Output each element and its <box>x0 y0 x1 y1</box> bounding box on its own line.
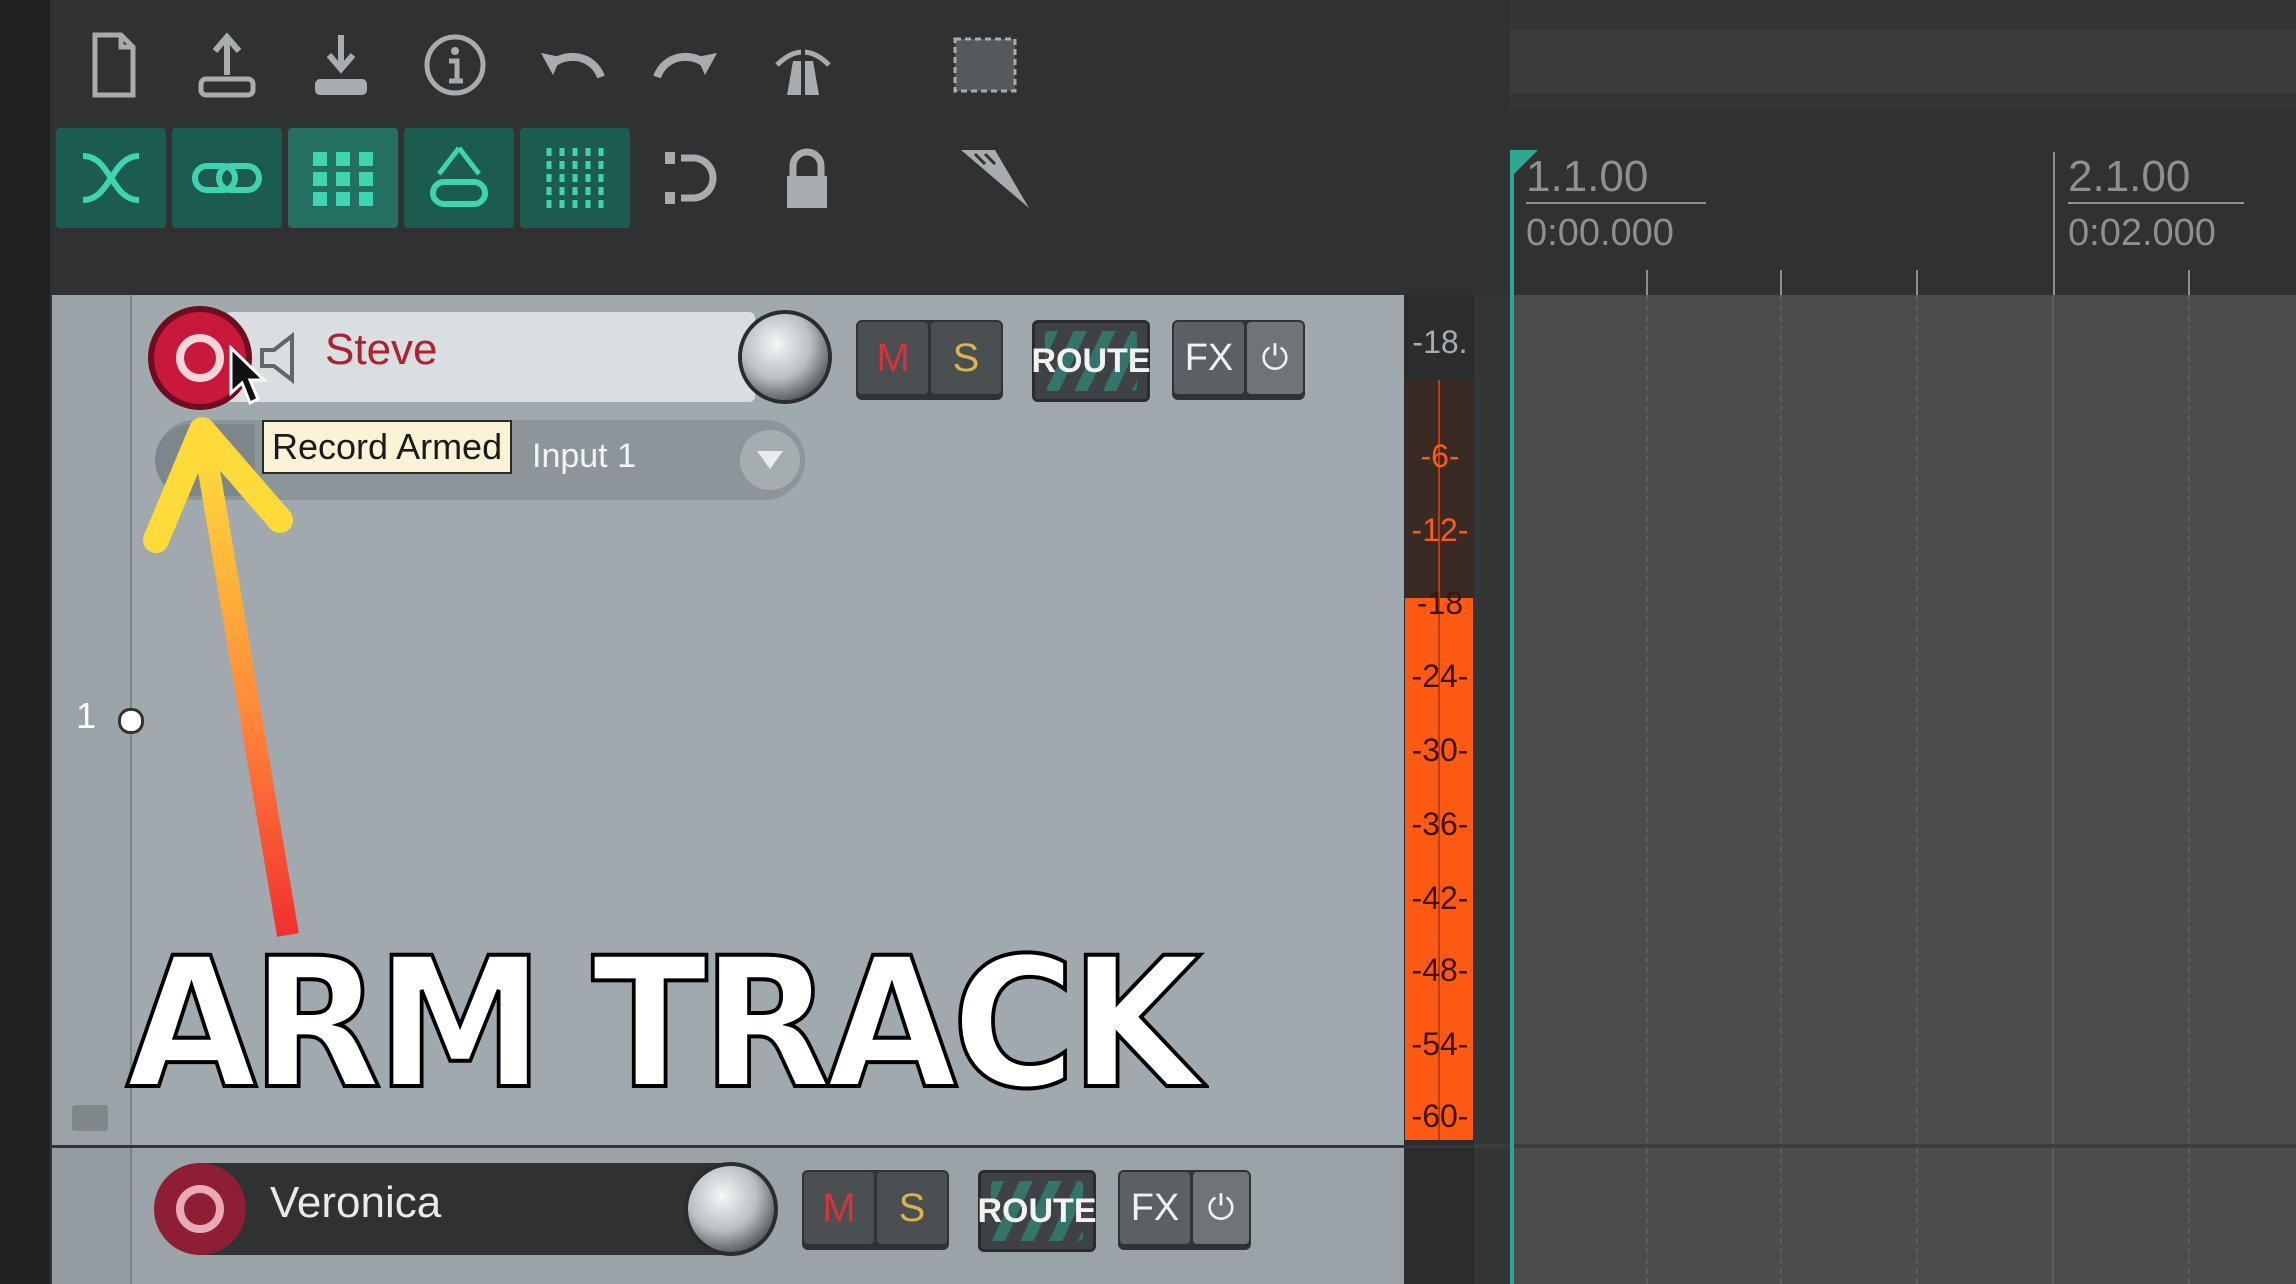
meter-label: -18. <box>1412 324 1468 360</box>
ruler-tick <box>2188 270 2190 295</box>
undo-icon[interactable] <box>516 15 626 115</box>
mute-button-track-2[interactable]: M <box>804 1172 874 1244</box>
mute-button[interactable]: M <box>858 322 928 394</box>
ruler-time-1: 0:00.000 <box>1526 212 1674 254</box>
fx-button[interactable]: FX <box>1174 322 1244 394</box>
crossfade-icon[interactable] <box>56 128 166 228</box>
redo-icon[interactable] <box>632 15 742 115</box>
track-2-name-field[interactable] <box>155 1163 775 1255</box>
import-icon[interactable] <box>172 15 282 115</box>
meter-label: -12- <box>1411 512 1469 548</box>
ruler-underline-2 <box>2068 202 2244 204</box>
meter-label: -30- <box>1411 732 1469 768</box>
meter-label: -42- <box>1411 880 1469 916</box>
grid-line <box>1646 295 1650 1284</box>
ruler-underline-1 <box>1526 202 1706 204</box>
route-button-track-2[interactable]: ROUTE <box>977 1170 1097 1252</box>
meter-label: -60- <box>1411 1098 1469 1134</box>
arrange-view[interactable] <box>1510 295 2296 1284</box>
record-ring-icon <box>176 334 224 382</box>
headline-overlay: ARM TRACK <box>124 920 1203 1129</box>
meter-label: -24- <box>1411 658 1469 694</box>
fx-group: FX ⏻ <box>1172 320 1305 400</box>
ruler-bar <box>1510 30 2296 94</box>
solo-button-track-2[interactable]: S <box>877 1172 947 1244</box>
meter-label: -48- <box>1411 952 1469 988</box>
annotation-arrow-icon <box>143 417 299 937</box>
grid-line <box>1916 295 1920 1284</box>
ruler-tick <box>1916 270 1918 295</box>
fx-group-track-2: FX ⏻ <box>1118 1170 1251 1250</box>
track-name-field[interactable] <box>225 312 755 402</box>
fx-bypass-button[interactable]: ⏻ <box>1247 322 1303 394</box>
track-2-number-column <box>52 1148 132 1284</box>
lock-icon[interactable] <box>752 128 862 228</box>
left-window-edge <box>0 0 50 1284</box>
folder-icon[interactable] <box>72 1105 108 1131</box>
meter-label: -18 <box>1416 585 1464 621</box>
ruler-tick <box>2053 152 2055 295</box>
volume-knob[interactable] <box>742 314 828 400</box>
metronome-icon[interactable] <box>748 15 858 115</box>
record-ring-icon <box>176 1185 224 1233</box>
track-divider <box>1474 1144 2296 1148</box>
mouse-pointer-icon <box>229 345 268 406</box>
loop-icon[interactable] <box>636 128 746 228</box>
meter-label: -36- <box>1411 806 1469 842</box>
marquee-icon[interactable] <box>930 15 1040 115</box>
track-2-name[interactable]: Veronica <box>270 1178 441 1228</box>
ruler-time-2: 0:02.000 <box>2068 212 2216 254</box>
track-name[interactable]: Steve <box>325 325 438 375</box>
ruler-tick <box>1646 270 1648 295</box>
fx-bypass-button-track-2[interactable]: ⏻ <box>1193 1172 1249 1244</box>
ruler-tick <box>1780 270 1782 295</box>
ripple-icon[interactable] <box>404 128 514 228</box>
mute-solo-group: M S <box>856 320 1003 400</box>
tooltip: Record Armed <box>262 420 513 474</box>
snap-grid-icon[interactable] <box>288 128 398 228</box>
edit-cursor[interactable] <box>1510 150 1514 1284</box>
record-arm-button-track-2[interactable] <box>154 1163 246 1255</box>
track-number: 1 <box>76 695 97 736</box>
timeline-ruler[interactable]: 1.1.00 0:00.000 2.1.00 0:02.000 <box>1510 110 2296 295</box>
grid-line <box>1780 295 1784 1284</box>
new-project-icon[interactable] <box>58 15 168 115</box>
edit-cursor-flag <box>1510 150 1538 178</box>
main-toolbar <box>50 0 1510 295</box>
grid-line <box>2188 295 2192 1284</box>
ruler-bar-1: 1.1.00 <box>1526 152 1649 201</box>
grid-lines-icon[interactable] <box>520 128 630 228</box>
trim-icon[interactable] <box>940 128 1050 228</box>
grid-line <box>2052 295 2056 1284</box>
route-button[interactable]: ROUTE <box>1031 320 1151 402</box>
volume-knob-track-2[interactable] <box>688 1166 774 1252</box>
link-icon[interactable] <box>172 128 282 228</box>
input-label: Input 1 <box>532 437 636 475</box>
solo-button[interactable]: S <box>931 322 1001 394</box>
info-icon[interactable] <box>400 15 510 115</box>
route-label: ROUTE <box>1031 341 1151 380</box>
meter-label: -6- <box>1420 438 1460 474</box>
mute-solo-group-track-2: M S <box>802 1170 949 1250</box>
meter-label: -54- <box>1411 1026 1469 1062</box>
route-label: ROUTE <box>977 1191 1097 1230</box>
ruler-bar-2: 2.1.00 <box>2068 152 2191 201</box>
export-icon[interactable] <box>286 15 396 115</box>
track-2-meter <box>1404 1148 1474 1284</box>
fx-button-track-2[interactable]: FX <box>1120 1172 1190 1244</box>
chevron-down-icon[interactable] <box>740 430 800 490</box>
